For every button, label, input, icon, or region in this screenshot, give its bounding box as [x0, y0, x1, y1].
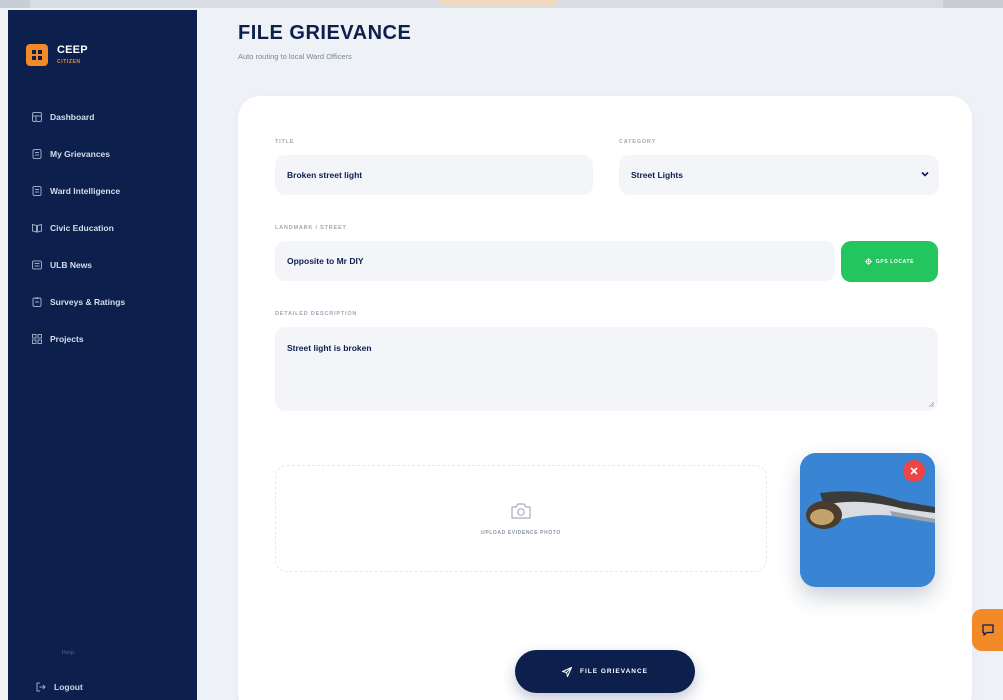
sidebar-nav: Dashboard My Grievances Ward Intelligenc… — [32, 98, 192, 357]
sidebar-item-ward-intelligence[interactable]: Ward Intelligence — [32, 172, 192, 209]
camera-icon — [511, 502, 531, 519]
chat-button[interactable] — [972, 609, 1003, 651]
projects-icon — [32, 333, 42, 344]
title-input-value: Broken street light — [287, 170, 363, 180]
description-textarea[interactable]: Street light is broken — [275, 327, 938, 411]
file-grievance-button[interactable]: FILE GRIEVANCE — [515, 650, 695, 693]
sidebar-item-label: ULB News — [50, 259, 93, 270]
crosshair-icon — [864, 258, 872, 265]
sidebar-item-label: My Grievances — [50, 148, 111, 159]
sidebar-item-projects[interactable]: Projects — [32, 320, 192, 357]
top-decorative-strip — [0, 0, 1003, 8]
newspaper-icon — [32, 260, 42, 269]
resize-grip-icon[interactable] — [928, 401, 934, 407]
clipboard-icon — [32, 296, 42, 307]
chevron-down-icon — [921, 171, 929, 177]
chat-icon — [981, 624, 994, 636]
send-icon — [561, 666, 572, 677]
sidebar-item-label: Civic Education — [50, 222, 114, 233]
logout-icon — [36, 682, 46, 692]
category-label: CATEGORY — [619, 139, 656, 145]
sidebar-footer-label: Help — [62, 650, 75, 656]
landmark-input-value: Opposite to Mr DIY — [287, 256, 364, 266]
sidebar-item-my-grievances[interactable]: My Grievances — [32, 135, 192, 172]
landmark-input[interactable]: Opposite to Mr DIY — [275, 241, 835, 281]
sidebar-item-label: Projects — [50, 333, 84, 344]
title-input[interactable]: Broken street light — [275, 155, 593, 195]
sidebar-item-label: Ward Intelligence — [50, 185, 121, 196]
document-icon — [32, 148, 42, 159]
brand-subtitle: CITIZEN — [57, 59, 81, 65]
logout-label: Logout — [54, 682, 83, 692]
grid-icon — [32, 111, 42, 122]
sidebar-item-label: Surveys & Ratings — [50, 296, 126, 307]
landmark-label: LANDMARK / STREET — [275, 225, 347, 231]
sidebar-item-dashboard[interactable]: Dashboard — [32, 98, 192, 135]
logout-button[interactable]: Logout — [36, 682, 83, 692]
gps-locate-button[interactable]: GPS LOCATE — [841, 241, 938, 282]
close-icon — [910, 467, 918, 475]
brand-logo-icon — [26, 44, 48, 66]
sidebar-item-surveys-ratings[interactable]: Surveys & Ratings — [32, 283, 192, 320]
sidebar: CEEP CITIZEN Dashboard My Grievances War… — [8, 10, 197, 700]
gps-locate-label: GPS LOCATE — [875, 258, 915, 265]
file-grievance-label: FILE GRIEVANCE — [579, 668, 649, 675]
category-select-value: Street Lights — [631, 170, 683, 180]
brand: CEEP CITIZEN — [26, 44, 88, 66]
upload-photo-dropzone[interactable]: UPLOAD EVIDENCE PHOTO — [275, 465, 767, 572]
sidebar-item-civic-education[interactable]: Civic Education — [32, 209, 192, 246]
title-label: TITLE — [275, 139, 295, 145]
book-icon — [32, 223, 42, 233]
category-select[interactable]: Street Lights — [619, 155, 939, 195]
page-subtitle: Auto routing to local Ward Officers — [238, 52, 352, 61]
sidebar-item-ulb-news[interactable]: ULB News — [32, 246, 192, 283]
sidebar-item-label: Dashboard — [50, 111, 95, 122]
description-textarea-value: Street light is broken — [287, 343, 372, 353]
document-icon — [32, 185, 42, 196]
remove-photo-button[interactable] — [903, 460, 925, 482]
page-title: FILE GRIEVANCE — [238, 22, 412, 44]
upload-photo-label: UPLOAD EVIDENCE PHOTO — [481, 529, 561, 536]
description-label: DETAILED DESCRIPTION — [275, 311, 358, 317]
brand-name: CEEP — [57, 44, 88, 56]
